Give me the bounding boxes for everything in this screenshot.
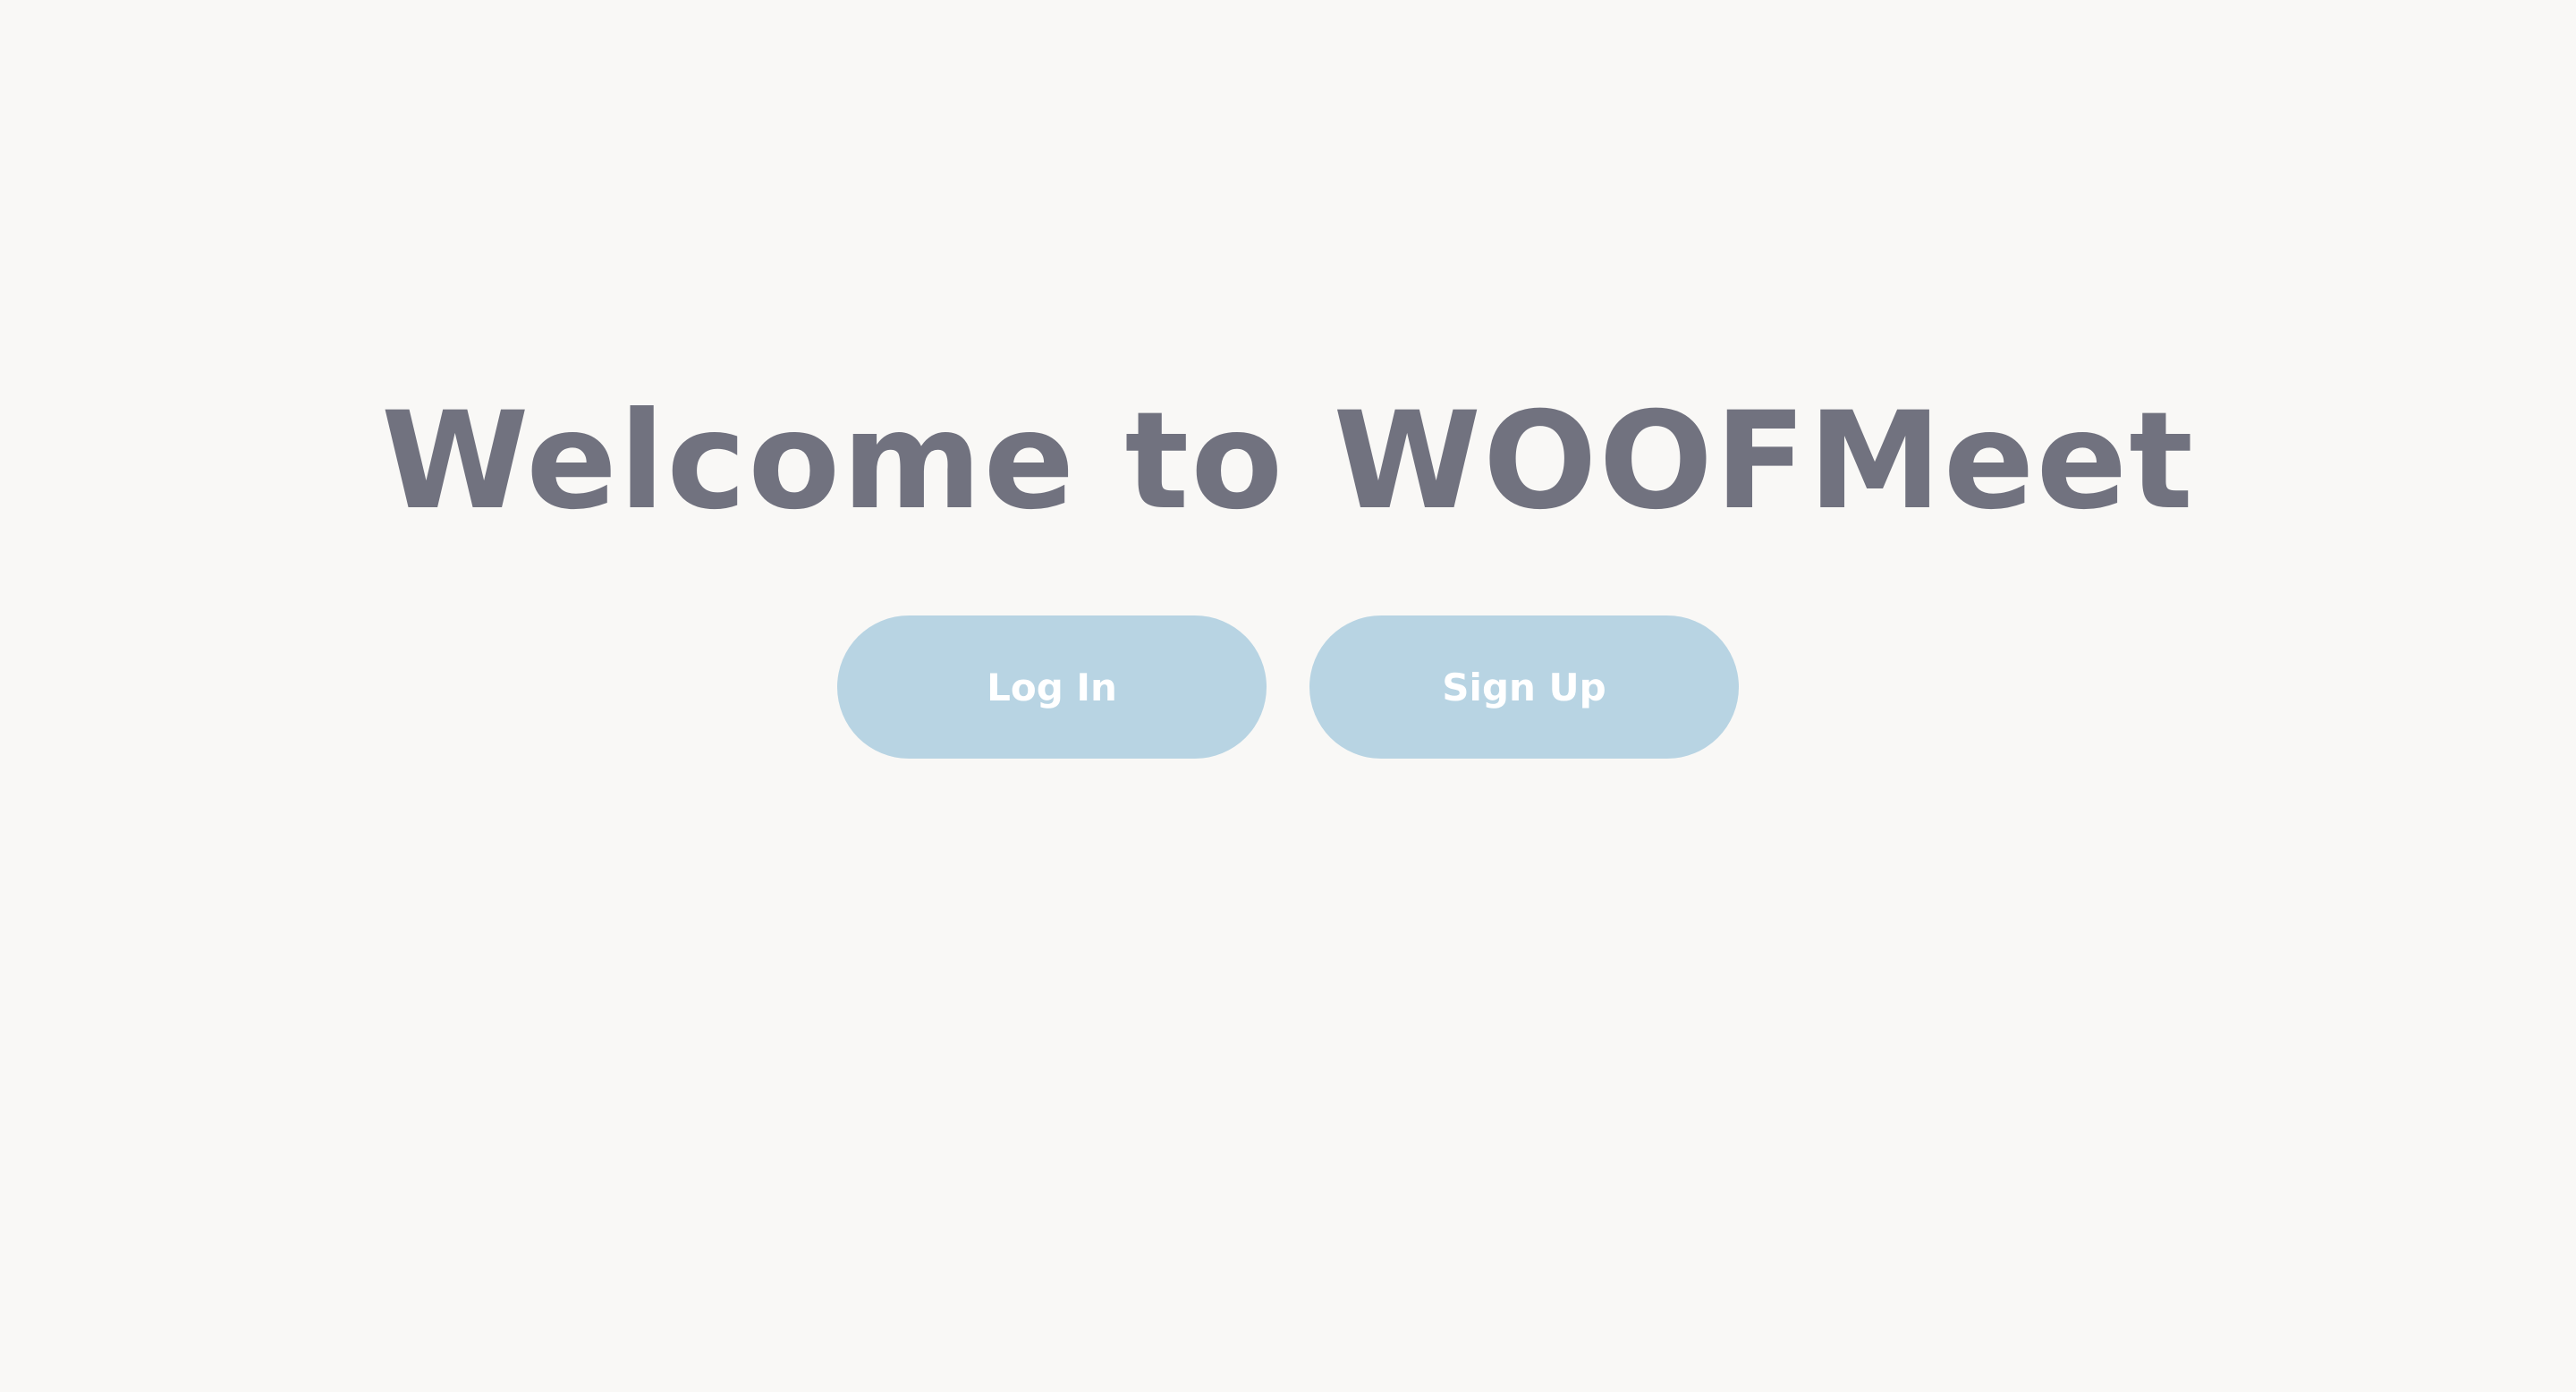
login-button[interactable]: Log In xyxy=(837,615,1267,759)
welcome-prefix: Welcome to xyxy=(381,383,1334,539)
welcome-title: Welcome to WOOFMeet xyxy=(0,386,2576,538)
brand-woof: WOOF xyxy=(1333,383,1809,539)
brand-meet: Meet xyxy=(1808,383,2195,539)
brand-name: WOOFMeet xyxy=(1334,386,2195,538)
auth-actions: Log In Sign Up xyxy=(0,615,2576,760)
signup-button[interactable]: Sign Up xyxy=(1309,615,1739,759)
